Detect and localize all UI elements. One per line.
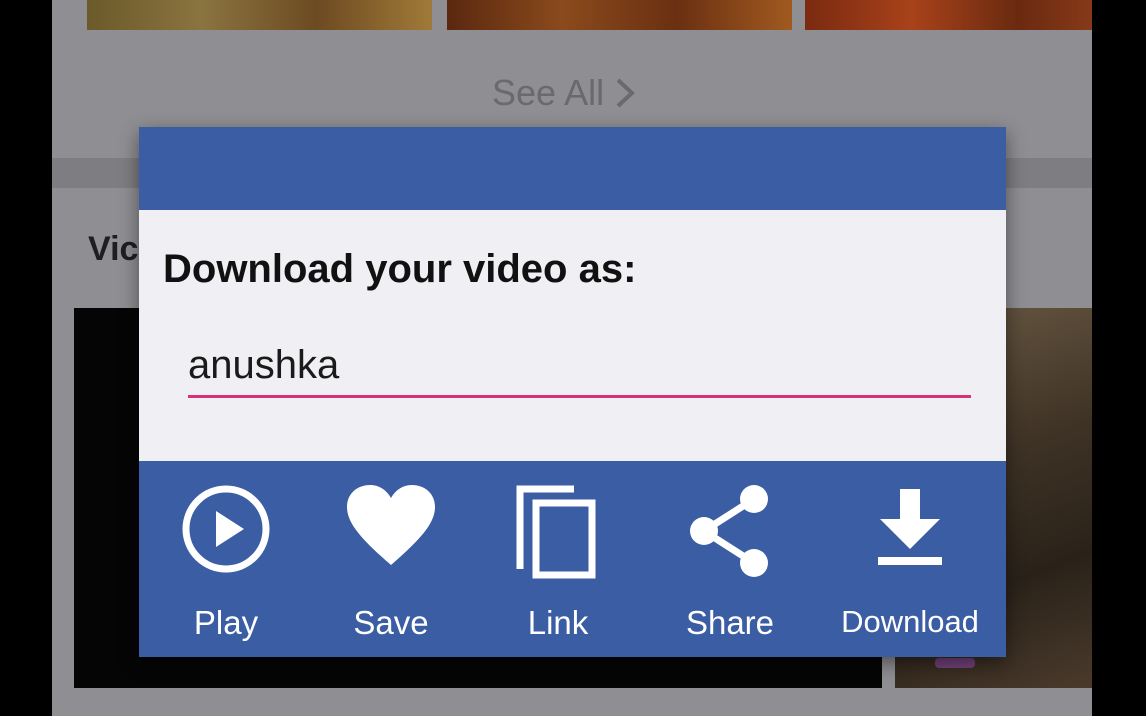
download-button[interactable]: Download [825,461,995,657]
copy-icon [516,485,596,579]
section-title: Vic [88,230,139,268]
save-label: Save [353,604,429,641]
download-label: Download [841,604,979,639]
action-bar: Play Save Link Share Download [139,461,1006,657]
download-icon [878,489,942,565]
share-icon [690,485,768,577]
download-dialog: Download your video as: Play Save [139,127,1006,657]
dialog-title: Download your video as: [163,247,637,291]
save-button[interactable]: Save [306,461,476,657]
share-button[interactable]: Share [645,461,815,657]
filename-input[interactable] [188,335,971,398]
thumbnail-row [87,0,1092,30]
play-button[interactable]: Play [141,461,311,657]
see-all-label: See All [492,72,605,113]
see-all-link[interactable]: See All [492,72,636,114]
heart-icon [347,485,435,565]
play-label: Play [193,604,259,641]
thumbnail[interactable] [87,0,432,30]
thumbnail[interactable] [805,0,1092,30]
link-label: Link [527,604,589,641]
link-button[interactable]: Link [473,461,643,657]
thumbnail[interactable] [447,0,792,30]
dialog-header [139,127,1006,210]
chevron-right-icon [616,78,636,108]
play-circle-icon [182,485,270,573]
share-label: Share [685,604,775,641]
